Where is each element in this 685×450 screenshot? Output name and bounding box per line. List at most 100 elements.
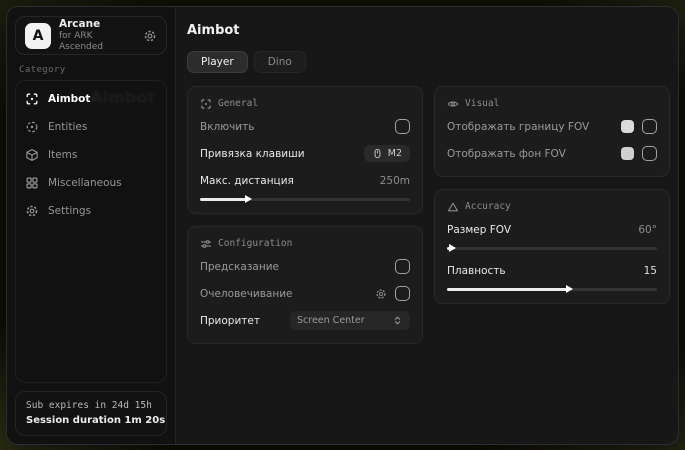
sidebar-item-miscellaneous[interactable]: Miscellaneous: [25, 173, 157, 193]
setting-label: Размер FOV: [447, 224, 511, 236]
prediction-checkbox[interactable]: [395, 259, 410, 274]
left-column: General Включить Привязка клавиши: [187, 86, 423, 344]
setting-row-priority: Приоритет Screen Center: [200, 310, 410, 331]
crosshair-icon: [25, 92, 39, 106]
slider-thumb[interactable]: [245, 195, 252, 203]
panel-general-header: General: [200, 97, 410, 110]
right-column: Visual Отображать границу FOV Отображать…: [434, 86, 670, 304]
panel-configuration-header: Configuration: [200, 237, 410, 250]
gear-icon[interactable]: [375, 288, 387, 300]
fov-bg-color-swatch[interactable]: [621, 147, 634, 160]
session-duration-text: Session duration 1m 20s: [26, 413, 156, 428]
app-window: A Arcane for ARK Ascended Category: [6, 6, 679, 445]
setting-row-fov-bg: Отображать фон FOV: [447, 143, 657, 164]
sidebar-item-items[interactable]: Items: [25, 145, 157, 165]
setting-label: Привязка клавиши: [200, 148, 305, 160]
setting-row-keybind: Привязка клавиши M2: [200, 143, 410, 164]
panel-title: Accuracy: [465, 201, 511, 212]
sidebar-item-entities[interactable]: Entities: [25, 117, 157, 137]
panel-accuracy: Accuracy Размер FOV 60° Плавность 15: [434, 189, 670, 304]
fov-size-slider[interactable]: [447, 247, 657, 250]
gear-icon[interactable]: [143, 29, 157, 43]
setting-row-humanize: Очеловечивание: [200, 283, 410, 304]
sidebar-item-settings[interactable]: Settings: [25, 201, 157, 221]
sidebar-item-label: Settings: [48, 205, 91, 217]
enable-checkbox[interactable]: [395, 119, 410, 134]
panel-title: Visual: [465, 98, 499, 109]
session-info-card: Sub expires in 24d 15h Session duration …: [15, 391, 167, 436]
app-name: Arcane: [59, 18, 135, 31]
distance-slider[interactable]: [200, 198, 410, 201]
setting-row-fov-border: Отображать границу FOV: [447, 116, 657, 137]
nav-ghost-decoration: Aimbot: [90, 88, 155, 107]
tab-dino[interactable]: Dino: [254, 51, 306, 73]
sidebar-item-label: Aimbot: [48, 93, 90, 105]
sliders-icon: [200, 238, 212, 250]
smoothness-slider[interactable]: [447, 288, 657, 291]
package-icon: [25, 148, 39, 162]
panel-configuration: Configuration Предсказание Очеловечивани…: [187, 226, 423, 344]
panel-title: Configuration: [218, 238, 292, 249]
grid-icon: [25, 176, 39, 190]
crosshair-icon: [200, 98, 212, 110]
panel-accuracy-header: Accuracy: [447, 200, 657, 213]
priority-selected-value: Screen Center: [297, 315, 365, 326]
setting-label: Включить: [200, 121, 254, 133]
app-logo: A: [25, 23, 51, 49]
fov-bg-checkbox[interactable]: [642, 146, 657, 161]
setting-row-smoothness: Плавность 15: [447, 260, 657, 281]
tab-player[interactable]: Player: [187, 51, 248, 73]
setting-label: Плавность: [447, 265, 506, 277]
slider-fill: [447, 247, 450, 250]
setting-label: Отображать фон FOV: [447, 148, 566, 160]
panel-general: General Включить Привязка клавиши: [187, 86, 423, 214]
app-subtitle: for ARK Ascended: [59, 31, 135, 54]
mouse-icon: [372, 148, 383, 159]
sidebar-item-label: Entities: [48, 121, 87, 133]
sub-expires-text: Sub expires in 24d 15h: [26, 399, 156, 413]
sidebar-item-aimbot[interactable]: Aimbot Aimbot: [25, 89, 157, 109]
smoothness-value: 15: [644, 265, 657, 277]
panel-title: General: [218, 98, 258, 109]
gear-icon: [25, 204, 39, 218]
fov-size-value: 60°: [638, 224, 657, 236]
brand-text: Arcane for ARK Ascended: [59, 18, 135, 54]
fov-border-controls: [621, 119, 657, 134]
brand-card: A Arcane for ARK Ascended: [15, 16, 167, 55]
main-content: Aimbot Player Dino Gener: [176, 7, 679, 444]
panel-grid: General Включить Привязка клавиши: [187, 86, 670, 344]
sidebar-item-label: Miscellaneous: [48, 177, 122, 189]
fov-border-color-swatch[interactable]: [621, 120, 634, 133]
humanize-controls: [375, 286, 410, 301]
priority-dropdown[interactable]: Screen Center: [290, 311, 410, 330]
distance-value: 250m: [380, 175, 410, 187]
sidebar: A Arcane for ARK Ascended Category: [7, 7, 176, 444]
keybind-button[interactable]: M2: [364, 145, 410, 162]
panel-visual-header: Visual: [447, 97, 657, 110]
sidebar-item-label: Items: [48, 149, 77, 161]
slider-fill: [447, 288, 567, 291]
setting-label: Макс. дистанция: [200, 175, 294, 187]
panel-visual: Visual Отображать границу FOV Отображать…: [434, 86, 670, 177]
setting-row-distance: Макс. дистанция 250m: [200, 170, 410, 191]
setting-label: Приоритет: [200, 315, 260, 327]
setting-label: Предсказание: [200, 261, 279, 273]
setting-row-prediction: Предсказание: [200, 256, 410, 277]
triangle-icon: [447, 201, 459, 213]
setting-label: Очеловечивание: [200, 288, 293, 300]
eye-icon: [447, 98, 459, 110]
slider-fill: [200, 198, 246, 201]
fov-border-checkbox[interactable]: [642, 119, 657, 134]
setting-row-fov-size: Размер FOV 60°: [447, 219, 657, 240]
humanize-checkbox[interactable]: [395, 286, 410, 301]
radar-icon: [25, 120, 39, 134]
fov-bg-controls: [621, 146, 657, 161]
chevron-up-down-icon: [392, 315, 403, 326]
tab-bar: Player Dino: [187, 51, 670, 73]
sidebar-nav: Aimbot Aimbot Entities: [15, 80, 167, 383]
keybind-value: M2: [388, 148, 402, 159]
slider-thumb[interactable]: [449, 244, 456, 252]
page-title: Aimbot: [187, 23, 670, 38]
slider-thumb[interactable]: [566, 285, 573, 293]
setting-row-enable: Включить: [200, 116, 410, 137]
